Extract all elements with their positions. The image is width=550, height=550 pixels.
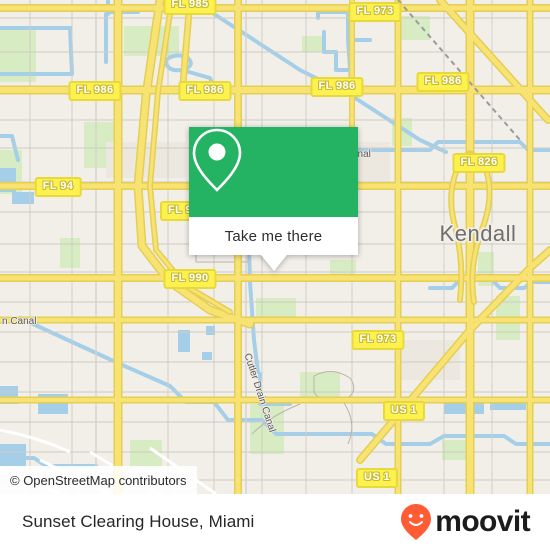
water-label: n Canal [2, 316, 37, 327]
road-shield: FL 973 [351, 330, 405, 350]
map-canvas[interactable]: FL 985 FL 973 FL 986 FL 986 FL 986 FL 98… [0, 0, 550, 494]
road-shield: FL 973 [348, 2, 402, 22]
popup-pointer [260, 255, 287, 271]
road-shield: FL 990 [163, 269, 217, 289]
place-label-kendall: Kendall [439, 221, 517, 246]
road-shield: US 1 [382, 401, 426, 421]
take-me-there-label: Take me there [224, 227, 323, 245]
road-shield: FL 94 [34, 177, 82, 197]
osm-attribution-text: © OpenStreetMap contributors [10, 472, 187, 488]
road-shield: FL 986 [416, 72, 470, 92]
location-title: Sunset Clearing House, Miami [22, 512, 255, 531]
map-pin-icon [192, 128, 242, 192]
moovit-logo[interactable]: moovit [400, 503, 531, 541]
osm-attribution[interactable]: © OpenStreetMap contributors [0, 466, 197, 494]
take-me-there-button[interactable]: Take me there [189, 217, 358, 255]
road-shield: FL 826 [452, 153, 506, 173]
road-shield: FL 986 [68, 81, 122, 101]
map-screen: FL 985 FL 973 FL 986 FL 986 FL 986 FL 98… [0, 0, 550, 550]
road-shield: FL 986 [310, 77, 364, 97]
moovit-wordmark: moovit [435, 505, 530, 538]
road-shield: FL 986 [178, 81, 232, 101]
footer-bar: Sunset Clearing House, Miami moovit [0, 494, 550, 550]
moovit-pin-icon [401, 504, 432, 540]
road-shield: FL 985 [163, 0, 217, 15]
destination-popup[interactable]: Take me there [189, 127, 358, 271]
road-shield: US 1 [355, 468, 399, 488]
popup-image-area [189, 127, 358, 217]
